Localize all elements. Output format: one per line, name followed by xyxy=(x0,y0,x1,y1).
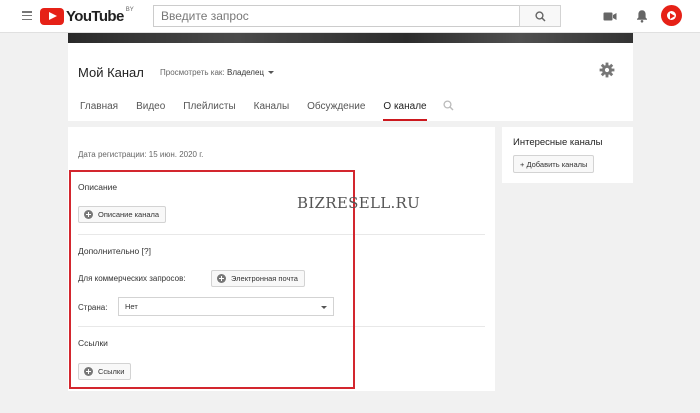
search-icon xyxy=(443,100,454,111)
youtube-logo[interactable]: YouTube BY xyxy=(40,7,134,25)
country-select[interactable]: Нет xyxy=(118,297,334,316)
view-as-dropdown[interactable]: Владелец xyxy=(227,68,275,77)
divider xyxy=(78,234,485,235)
featured-channels-title: Интересные каналы xyxy=(513,137,603,148)
description-title: Описание xyxy=(78,182,118,192)
channel-settings-button[interactable] xyxy=(599,62,615,78)
search-icon xyxy=(534,10,546,22)
tab-about[interactable]: О канале xyxy=(383,95,427,121)
links-title: Ссылки xyxy=(78,338,108,348)
tab-home[interactable]: Главная xyxy=(80,95,118,121)
notifications-button[interactable] xyxy=(634,8,650,24)
tab-channels[interactable]: Каналы xyxy=(254,95,290,121)
additional-title: Дополнительно [?] xyxy=(78,246,151,256)
avatar[interactable] xyxy=(661,5,682,26)
plus-circle-icon xyxy=(217,274,226,283)
channel-title: Мой Канал xyxy=(78,65,144,80)
caret-down-icon xyxy=(268,71,275,75)
search-bar xyxy=(153,5,561,27)
upload-button[interactable] xyxy=(602,8,618,24)
channel-search-button[interactable] xyxy=(443,95,454,121)
country-value: Нет xyxy=(125,302,138,311)
add-channels-button[interactable]: + Добавить каналы xyxy=(513,155,595,173)
add-description-button[interactable]: Описание канала xyxy=(78,206,167,223)
bell-icon xyxy=(637,10,647,23)
featured-channels-card: Интересные каналы + Добавить каналы xyxy=(502,127,633,183)
view-as-label: Просмотреть как: xyxy=(160,68,225,77)
view-as-value: Владелец xyxy=(227,68,265,77)
logo-region: BY xyxy=(125,7,134,13)
tab-videos[interactable]: Видео xyxy=(136,95,165,121)
caret-down-icon xyxy=(321,306,327,309)
masthead: YouTube BY xyxy=(0,0,700,33)
add-description-label: Описание канала xyxy=(98,210,160,219)
business-inquiries-label: Для коммерческих запросов: xyxy=(78,274,186,283)
about-card: Дата регистрации: 15 июн. 2020 г. Описан… xyxy=(68,127,495,391)
add-email-label: Электронная почта xyxy=(231,274,298,283)
channel-tabs: Главная Видео Плейлисты Каналы Обсуждени… xyxy=(68,95,454,121)
add-links-button[interactable]: Ссылки xyxy=(78,363,132,380)
divider xyxy=(78,326,485,327)
hamburger-icon[interactable] xyxy=(22,11,32,21)
add-links-label: Ссылки xyxy=(98,367,125,376)
search-button[interactable] xyxy=(519,5,561,27)
channel-header: Мой Канал Просмотреть как: Владелец Глав… xyxy=(68,33,633,121)
watermark: BIZRESELL.RU xyxy=(297,194,421,212)
logo-text: YouTube xyxy=(66,7,124,25)
plus-circle-icon xyxy=(84,210,93,219)
add-email-button[interactable]: Электронная почта xyxy=(211,270,305,287)
country-label: Страна: xyxy=(78,303,108,312)
video-camera-icon xyxy=(603,12,617,20)
tab-discussion[interactable]: Обсуждение xyxy=(307,95,365,121)
play-logo-icon xyxy=(40,7,64,25)
gear-icon xyxy=(599,62,615,78)
search-input[interactable] xyxy=(153,5,519,27)
tab-playlists[interactable]: Плейлисты xyxy=(183,95,235,121)
joined-date: Дата регистрации: 15 июн. 2020 г. xyxy=(78,150,204,159)
plus-circle-icon xyxy=(84,367,93,376)
channel-banner xyxy=(68,33,633,43)
